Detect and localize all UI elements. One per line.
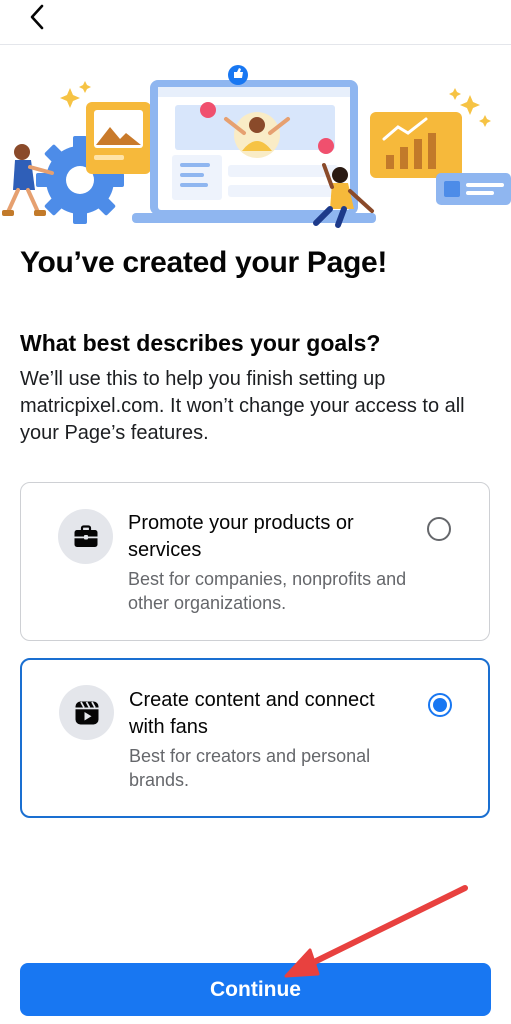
option-icon-circle <box>58 509 113 564</box>
back-button[interactable] <box>22 0 52 34</box>
chevron-left-icon <box>30 4 44 30</box>
radio-button-unselected[interactable] <box>427 517 451 541</box>
option-subtitle: Best for creators and personal brands. <box>129 746 371 790</box>
goals-description: We’ll use this to help you finish settin… <box>20 368 465 444</box>
page-title: You’ve created your Page! <box>20 246 388 279</box>
option-title: Promote your products or services <box>128 512 354 561</box>
radio-button-selected[interactable] <box>428 693 452 717</box>
hero-illustration <box>2 65 511 228</box>
goal-option-create-content[interactable]: Create content and connect with fans Bes… <box>20 658 490 818</box>
briefcase-icon <box>74 524 97 547</box>
continue-button[interactable]: Continue <box>20 963 491 1016</box>
option-subtitle: Best for companies, nonprofits and other… <box>128 569 407 613</box>
option-icon-circle <box>59 685 114 740</box>
top-bar <box>0 0 511 45</box>
goals-question: What best describes your goals? <box>20 330 381 356</box>
goal-option-promote[interactable]: Promote your products or services Best f… <box>20 482 490 641</box>
reels-icon <box>75 701 98 724</box>
option-title: Create content and connect with fans <box>129 689 375 738</box>
